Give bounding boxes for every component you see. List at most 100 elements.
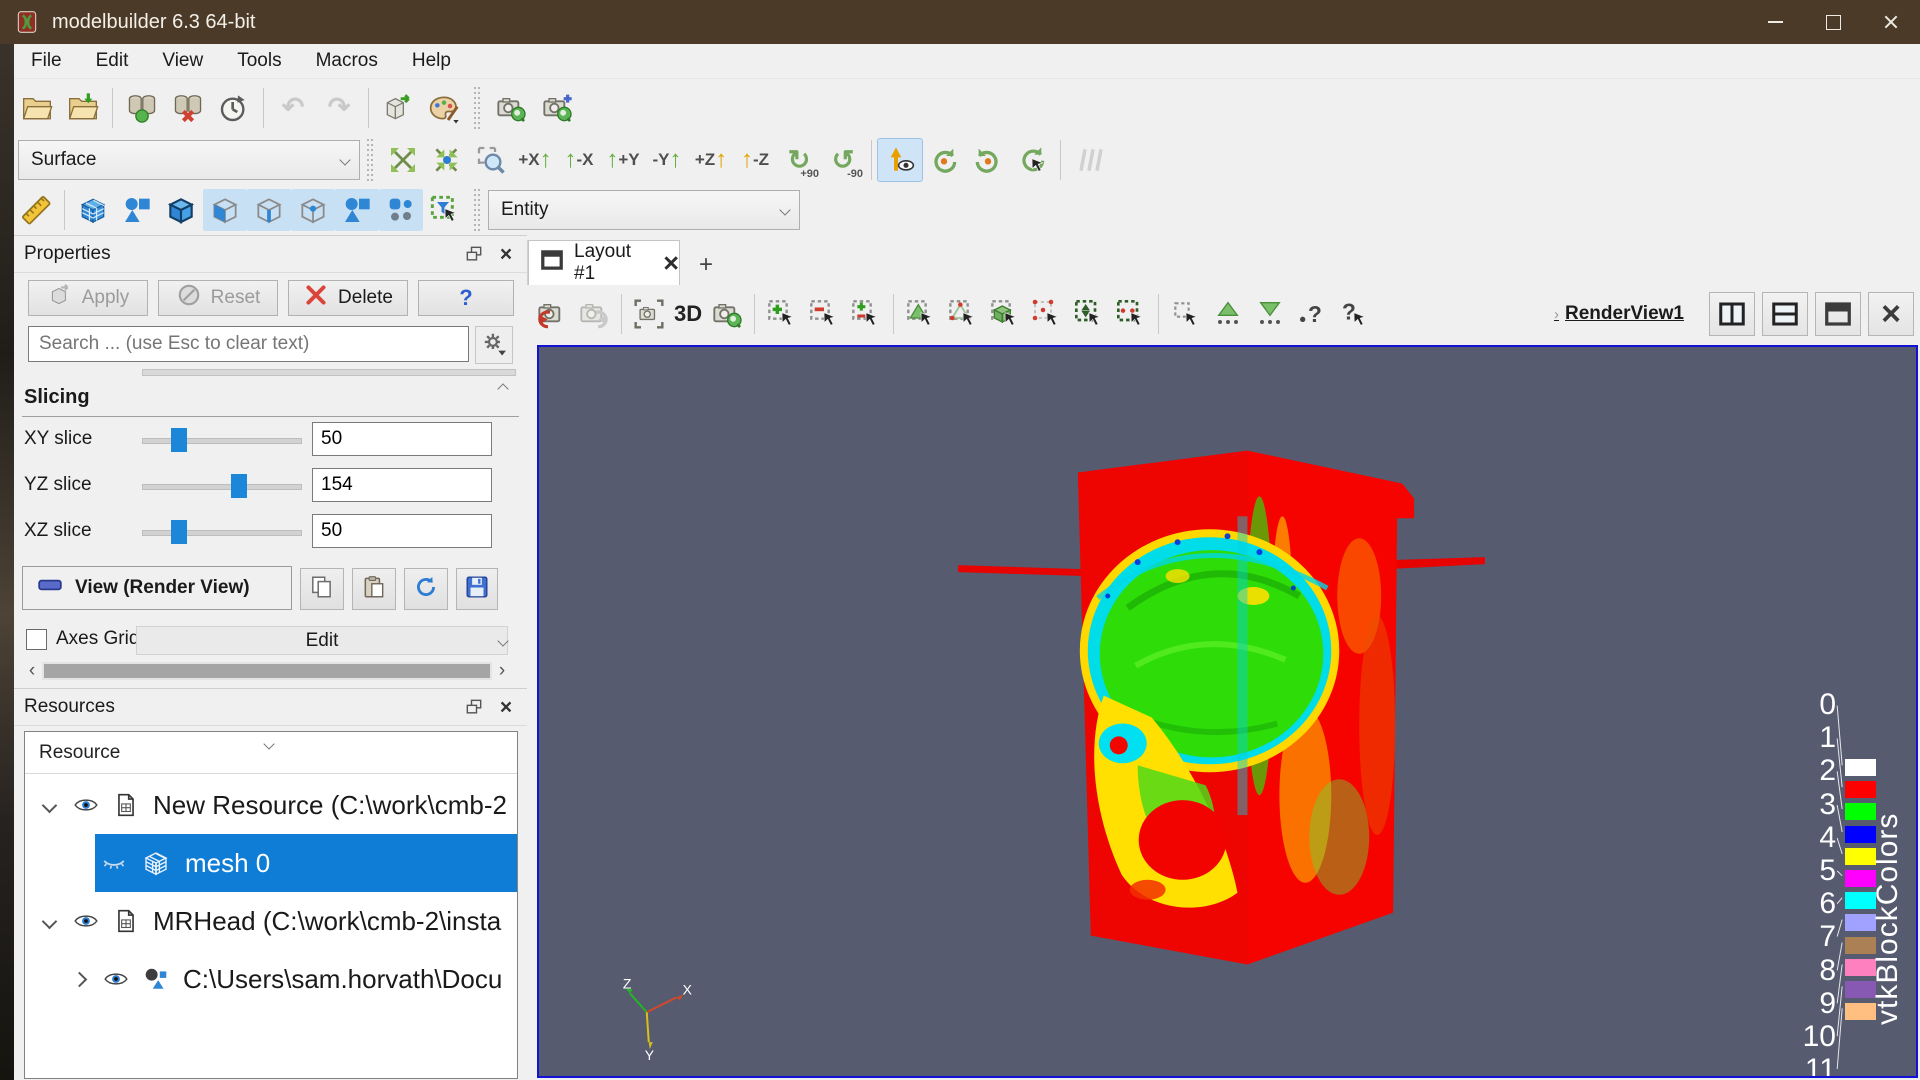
slider-track[interactable] <box>142 530 302 536</box>
rotate-pointer-icon[interactable] <box>1010 139 1054 181</box>
menu-help[interactable]: Help <box>395 46 468 76</box>
show-edges-icon[interactable] <box>247 189 291 231</box>
scroll-down-icon[interactable] <box>499 632 511 644</box>
help-button[interactable]: ? <box>418 280 514 316</box>
toolbar-handle[interactable] <box>367 139 374 181</box>
center-axes-visibility-icon[interactable] <box>878 139 922 181</box>
split-horizontal-button[interactable] <box>1709 292 1755 336</box>
resource-tree-header[interactable]: Resource <box>25 732 517 774</box>
render-viewport-3d[interactable]: Z X Y 01234567891011 vtkBlockColors <box>537 345 1918 1078</box>
query-pointer-icon[interactable]: ? <box>1333 292 1375 336</box>
zoom-to-box-icon[interactable] <box>469 139 513 181</box>
close-panel-icon[interactable]: × <box>493 243 519 265</box>
close-button[interactable] <box>1862 0 1920 44</box>
title-bar[interactable]: modelbuilder 6.3 64-bit <box>0 0 1920 44</box>
query-dot-icon[interactable]: ? <box>1291 292 1333 336</box>
slider-track[interactable] <box>142 484 302 490</box>
camera-minus-x-button[interactable]: ↑-X <box>557 139 601 181</box>
capture-screenshot-icon[interactable] <box>628 292 670 336</box>
slider-value-input[interactable] <box>312 422 492 456</box>
model-representation-icon[interactable] <box>115 189 159 231</box>
representation-combo[interactable]: Surface <box>18 140 360 180</box>
server-disconnect-icon[interactable] <box>165 85 211 131</box>
show-blocks-icon[interactable] <box>379 189 423 231</box>
grow-selection-icon[interactable] <box>1207 292 1249 336</box>
resource-tree-row[interactable]: mesh 0 <box>95 834 518 892</box>
minimize-button[interactable] <box>1746 0 1804 44</box>
camera-undo-icon[interactable] <box>531 292 573 336</box>
camera-plus-x-button[interactable]: +X↑ <box>513 139 557 181</box>
search-input[interactable] <box>28 326 469 362</box>
float-panel-icon[interactable] <box>461 696 487 718</box>
camera-plus-y-button[interactable]: ↑+Y <box>601 139 645 181</box>
show-models-icon[interactable] <box>335 189 379 231</box>
capture-view-icon[interactable] <box>488 85 534 131</box>
select-cells-icon[interactable] <box>900 292 942 336</box>
reset-session-icon[interactable] <box>211 85 257 131</box>
server-connect-icon[interactable] <box>119 85 165 131</box>
paste-properties-button[interactable] <box>352 568 396 610</box>
rotate-90-ccw-icon[interactable]: ↺-90 <box>821 139 865 181</box>
resource-tree-row[interactable]: C:\Users\sam.horvath\Docu <box>25 950 518 1008</box>
maximize-view-button[interactable] <box>1815 292 1861 336</box>
properties-mini-scrollbar[interactable] <box>142 369 516 376</box>
selection-type-combo[interactable]: Entity <box>488 190 800 230</box>
camera-plus-z-button[interactable]: +Z↑ <box>689 139 733 181</box>
shrink-selection-icon[interactable] <box>1249 292 1291 336</box>
select-block-icon[interactable] <box>984 292 1026 336</box>
slider-handle[interactable] <box>231 474 247 498</box>
hover-cells-icon[interactable] <box>1165 292 1207 336</box>
menu-edit[interactable]: Edit <box>79 46 146 76</box>
delete-button[interactable]: Delete <box>288 280 408 316</box>
float-panel-icon[interactable] <box>461 243 487 265</box>
axes-grid-edit-button[interactable]: Edit <box>136 626 508 655</box>
volume-representation-icon[interactable] <box>159 189 203 231</box>
slider-handle[interactable] <box>171 520 187 544</box>
zoom-closest-icon[interactable] <box>425 139 469 181</box>
close-tab-icon[interactable]: × <box>663 250 679 277</box>
axes-grid-checkbox[interactable] <box>26 629 47 650</box>
close-view-button[interactable]: × <box>1868 292 1914 336</box>
mesh-representation-icon[interactable] <box>71 189 115 231</box>
mode-3d-button[interactable]: 3D <box>670 292 706 336</box>
close-panel-icon[interactable]: × <box>493 696 519 718</box>
camera-minus-y-button[interactable]: -Y↑ <box>645 139 689 181</box>
select-points-icon[interactable] <box>942 292 984 336</box>
show-faces-icon[interactable] <box>203 189 247 231</box>
scroll-right-icon[interactable]: › <box>492 660 512 682</box>
measure-ruler-icon[interactable] <box>14 189 58 231</box>
slider-track[interactable] <box>142 438 302 444</box>
save-properties-button[interactable] <box>456 568 498 610</box>
menu-file[interactable]: File <box>14 46 79 76</box>
search-settings-button[interactable] <box>475 326 513 364</box>
slider-handle[interactable] <box>171 428 187 452</box>
visibility-eye-icon[interactable] <box>103 966 129 992</box>
color-palette-icon[interactable] <box>421 85 467 131</box>
toolbar-drag-handle[interactable] <box>474 189 481 231</box>
slider-value-input[interactable] <box>312 468 492 502</box>
properties-title-bar[interactable]: Properties × <box>14 236 527 273</box>
scrollbar-thumb[interactable] <box>44 664 490 678</box>
resources-title-bar[interactable]: Resources × <box>14 689 527 726</box>
render-view-link[interactable]: › RenderView1 <box>1554 303 1684 325</box>
collapse-icon[interactable] <box>39 800 59 811</box>
mri-visualization[interactable]: Z X Y <box>539 347 1916 1076</box>
import-file-icon[interactable] <box>60 85 106 131</box>
collapse-icon[interactable] <box>39 916 59 927</box>
menu-macros[interactable]: Macros <box>299 46 395 76</box>
show-vertices-icon[interactable] <box>291 189 335 231</box>
reset-camera-icon[interactable] <box>381 139 425 181</box>
slider-value-input[interactable] <box>312 514 492 548</box>
scroll-left-icon[interactable]: ‹ <box>22 660 42 682</box>
resource-tree-row[interactable]: MRHead (C:\work\cmb-2\insta <box>25 892 518 950</box>
properties-h-scrollbar[interactable]: ‹ › <box>22 660 512 682</box>
camera-minus-z-button[interactable]: ↑-Z <box>733 139 777 181</box>
toggle-selection-icon[interactable] <box>845 292 887 336</box>
copy-properties-button[interactable] <box>300 568 344 610</box>
rotate-90-cw-icon[interactable]: ↻+90 <box>777 139 821 181</box>
visibility-eye-icon[interactable] <box>73 792 99 818</box>
selection-filter-icon[interactable] <box>423 189 467 231</box>
zoom-to-data-icon[interactable] <box>706 292 748 336</box>
roll-ccw-icon[interactable] <box>966 139 1010 181</box>
add-selection-icon[interactable] <box>761 292 803 336</box>
